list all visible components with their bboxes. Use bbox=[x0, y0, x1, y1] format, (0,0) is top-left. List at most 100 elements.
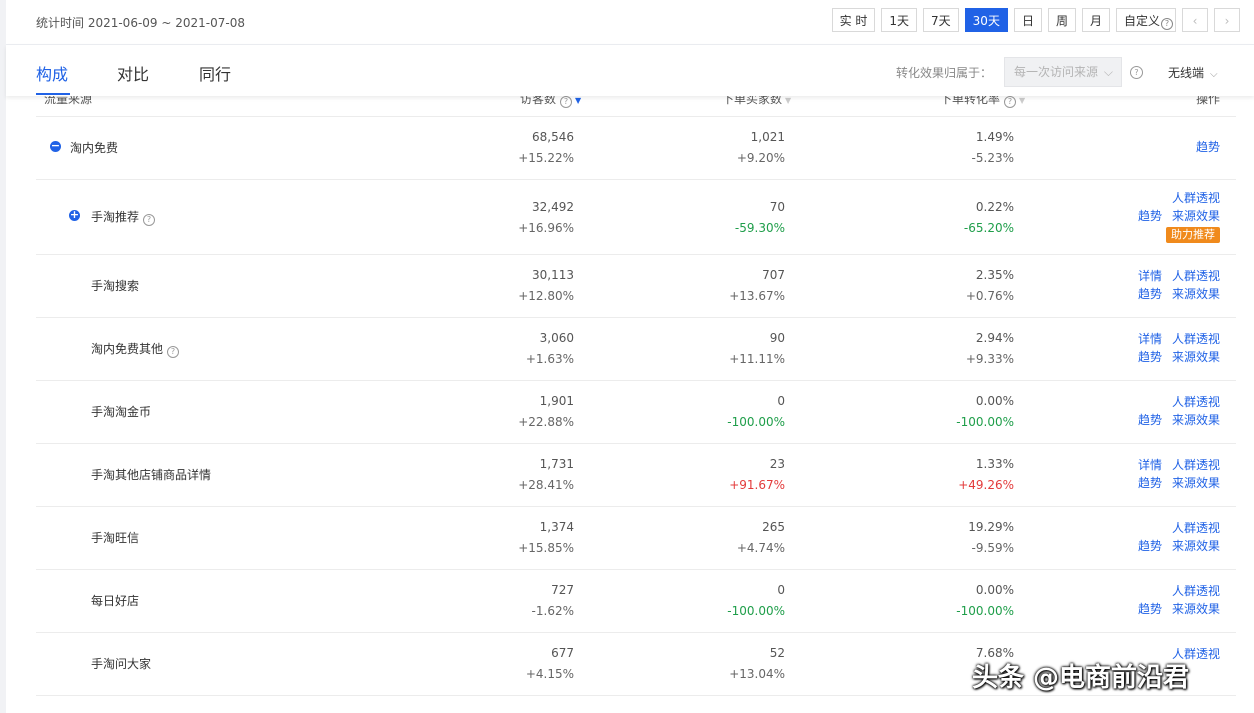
source-effect-link[interactable]: 来源效果 bbox=[1172, 350, 1220, 364]
crowd-link[interactable]: 人群透视 bbox=[1172, 269, 1220, 283]
visitors-value: 3,060 bbox=[539, 331, 574, 345]
source-name: 手淘推荐? bbox=[91, 208, 156, 226]
week-button[interactable]: 周 bbox=[1047, 8, 1076, 32]
expand-icon[interactable]: + bbox=[69, 209, 80, 221]
tab-bar: 构成 对比 同行 转化效果归属于： 每一次访问来源 ⌵ ? 无线端 ⌵ bbox=[6, 45, 1254, 96]
rate-cell: 2.94% +9.33% bbox=[874, 328, 1014, 370]
buyers-change: +4.74% bbox=[736, 541, 785, 555]
collapse-icon[interactable]: − bbox=[50, 140, 61, 152]
rate-change: -9.59% bbox=[971, 541, 1014, 555]
realtime-button[interactable]: 实 时 bbox=[831, 8, 876, 32]
boost-badge[interactable]: 助力推荐 bbox=[1166, 227, 1220, 243]
buyers-change: -100.00% bbox=[727, 604, 785, 618]
buyers-change: +11.11% bbox=[729, 352, 785, 366]
source-name: 手淘搜索 bbox=[91, 279, 140, 293]
tab-compare[interactable]: 对比 bbox=[117, 61, 149, 85]
source-name: 手淘旺信 bbox=[91, 531, 140, 545]
tab-composition[interactable]: 构成 bbox=[36, 61, 68, 85]
detail-link[interactable]: 详情 bbox=[1138, 332, 1162, 346]
trend-link[interactable]: 趋势 bbox=[1138, 287, 1162, 301]
rate-cell: 0.22% -65.20% bbox=[874, 197, 1014, 239]
trend-link[interactable]: 趋势 bbox=[1138, 350, 1162, 364]
device-select[interactable]: 无线端 ⌵ bbox=[1168, 64, 1218, 81]
detail-link[interactable]: 详情 bbox=[1138, 269, 1162, 283]
attribution-select[interactable]: 每一次访问来源 ⌵ bbox=[1004, 57, 1122, 87]
attribution-label: 转化效果归属于： bbox=[896, 66, 993, 80]
7day-button[interactable]: 7天 bbox=[923, 8, 959, 32]
ops-cell: 详情 人群透视 趋势 来源效果 bbox=[1080, 267, 1220, 303]
rate-change: +49.26% bbox=[958, 478, 1014, 492]
table-row: 手淘其他店铺商品详情 1,731 +28.41% 23 +91.67% 1.33% +… bbox=[36, 444, 1236, 507]
detail-link[interactable]: 详情 bbox=[1138, 458, 1162, 472]
visitors-change: +15.85% bbox=[518, 541, 574, 555]
trend-link[interactable]: 趋势 bbox=[1138, 476, 1162, 490]
table-row: − 淘内免费 68,546 +15.22% 1,021 +9.20% 1.49% -5… bbox=[36, 116, 1236, 180]
buyers-change: -100.00% bbox=[727, 415, 785, 429]
source-effect-link[interactable]: 来源效果 bbox=[1172, 539, 1220, 553]
rate-cell: 19.29% -9.59% bbox=[874, 517, 1014, 559]
rate-cell: 0.00% -100.00% bbox=[874, 580, 1014, 622]
visitors-cell: 677 +4.15% bbox=[434, 643, 574, 685]
rate-value: 2.94% bbox=[975, 331, 1014, 345]
table-row: 手淘旺信 1,374 +15.85% 265 +4.74% 19.29% -9.59%… bbox=[36, 507, 1236, 570]
ops-cell: 人群透视 趋势 来源效果 bbox=[1080, 393, 1220, 429]
rate-value: 1.33% bbox=[975, 457, 1014, 471]
source-effect-link[interactable]: 来源效果 bbox=[1172, 209, 1220, 223]
buyers-cell: 707 +13.67% bbox=[645, 265, 785, 307]
source-effect-link[interactable]: 来源效果 bbox=[1172, 413, 1220, 427]
buyers-value: 0 bbox=[777, 583, 785, 597]
source-effect-link[interactable]: 来源效果 bbox=[1172, 476, 1220, 490]
visitors-cell: 727 -1.62% bbox=[434, 580, 574, 622]
buyers-value: 52 bbox=[769, 646, 785, 660]
rate-value: 0.00% bbox=[975, 583, 1014, 597]
ops-cell: 趋势 bbox=[1080, 138, 1220, 156]
ops-cell: 详情 人群透视 趋势 来源效果 bbox=[1080, 330, 1220, 366]
trend-link[interactable]: 趋势 bbox=[1196, 140, 1220, 154]
active-tab-underline bbox=[36, 93, 70, 95]
buyers-change: -59.30% bbox=[734, 221, 785, 235]
crowd-link[interactable]: 人群透视 bbox=[1172, 332, 1220, 346]
visitors-value: 727 bbox=[551, 583, 574, 597]
30day-button[interactable]: 30天 bbox=[964, 8, 1008, 32]
tab-peers[interactable]: 同行 bbox=[199, 61, 231, 85]
buyers-value: 70 bbox=[769, 200, 785, 214]
top-bar: 统计时间 2021-06-09 ~ 2021-07-08 实 时 1天 7天 3… bbox=[6, 0, 1254, 45]
trend-link[interactable]: 趋势 bbox=[1138, 539, 1162, 553]
crowd-link[interactable]: 人群透视 bbox=[1172, 584, 1220, 598]
ops-cell: 人群透视 趋势 来源效果 bbox=[1080, 519, 1220, 555]
prev-button[interactable]: ‹ bbox=[1182, 8, 1208, 32]
chevron-down-icon: ⌵ bbox=[1210, 69, 1218, 80]
crowd-link[interactable]: 人群透视 bbox=[1172, 521, 1220, 535]
sort-desc-icon: ▼ bbox=[575, 96, 582, 105]
next-button[interactable]: › bbox=[1214, 8, 1240, 32]
table-row: 手淘淘金币 1,901 +22.88% 0 -100.00% 0.00% -100.0… bbox=[36, 381, 1236, 444]
month-button[interactable]: 月 bbox=[1081, 8, 1110, 32]
trend-link[interactable]: 趋势 bbox=[1138, 413, 1162, 427]
custom-button[interactable]: 自定义? bbox=[1116, 8, 1176, 32]
crowd-link[interactable]: 人群透视 bbox=[1172, 395, 1220, 409]
buyers-cell: 0 -100.00% bbox=[645, 391, 785, 433]
source-name: 手淘其他店铺商品详情 bbox=[91, 468, 212, 482]
trend-link[interactable]: 趋势 bbox=[1138, 209, 1162, 223]
help-icon[interactable]: ? bbox=[1130, 66, 1143, 79]
help-icon: ? bbox=[143, 214, 156, 226]
table-row: 手淘搜索 30,113 +12.80% 707 +13.67% 2.35% +0.76… bbox=[36, 255, 1236, 318]
rate-cell: 2.35% +0.76% bbox=[874, 265, 1014, 307]
visitors-change: -1.62% bbox=[531, 604, 574, 618]
buyers-value: 23 bbox=[769, 457, 785, 471]
help-icon: ? bbox=[167, 346, 180, 358]
rate-value: 19.29% bbox=[968, 520, 1014, 534]
crowd-link[interactable]: 人群透视 bbox=[1172, 191, 1220, 205]
source-effect-link[interactable]: 来源效果 bbox=[1172, 602, 1220, 616]
rate-change: -100.00% bbox=[956, 604, 1014, 618]
visitors-cell: 68,546 +15.22% bbox=[434, 127, 574, 169]
crowd-link[interactable]: 人群透视 bbox=[1172, 458, 1220, 472]
source-effect-link[interactable]: 来源效果 bbox=[1172, 287, 1220, 301]
day-button[interactable]: 日 bbox=[1013, 8, 1042, 32]
rate-change: -65.20% bbox=[963, 221, 1014, 235]
visitors-value: 1,901 bbox=[539, 394, 574, 408]
1day-button[interactable]: 1天 bbox=[881, 8, 918, 32]
visitors-value: 30,113 bbox=[532, 268, 574, 282]
trend-link[interactable]: 趋势 bbox=[1138, 602, 1162, 616]
source-name: 手淘问大家 bbox=[91, 657, 152, 671]
